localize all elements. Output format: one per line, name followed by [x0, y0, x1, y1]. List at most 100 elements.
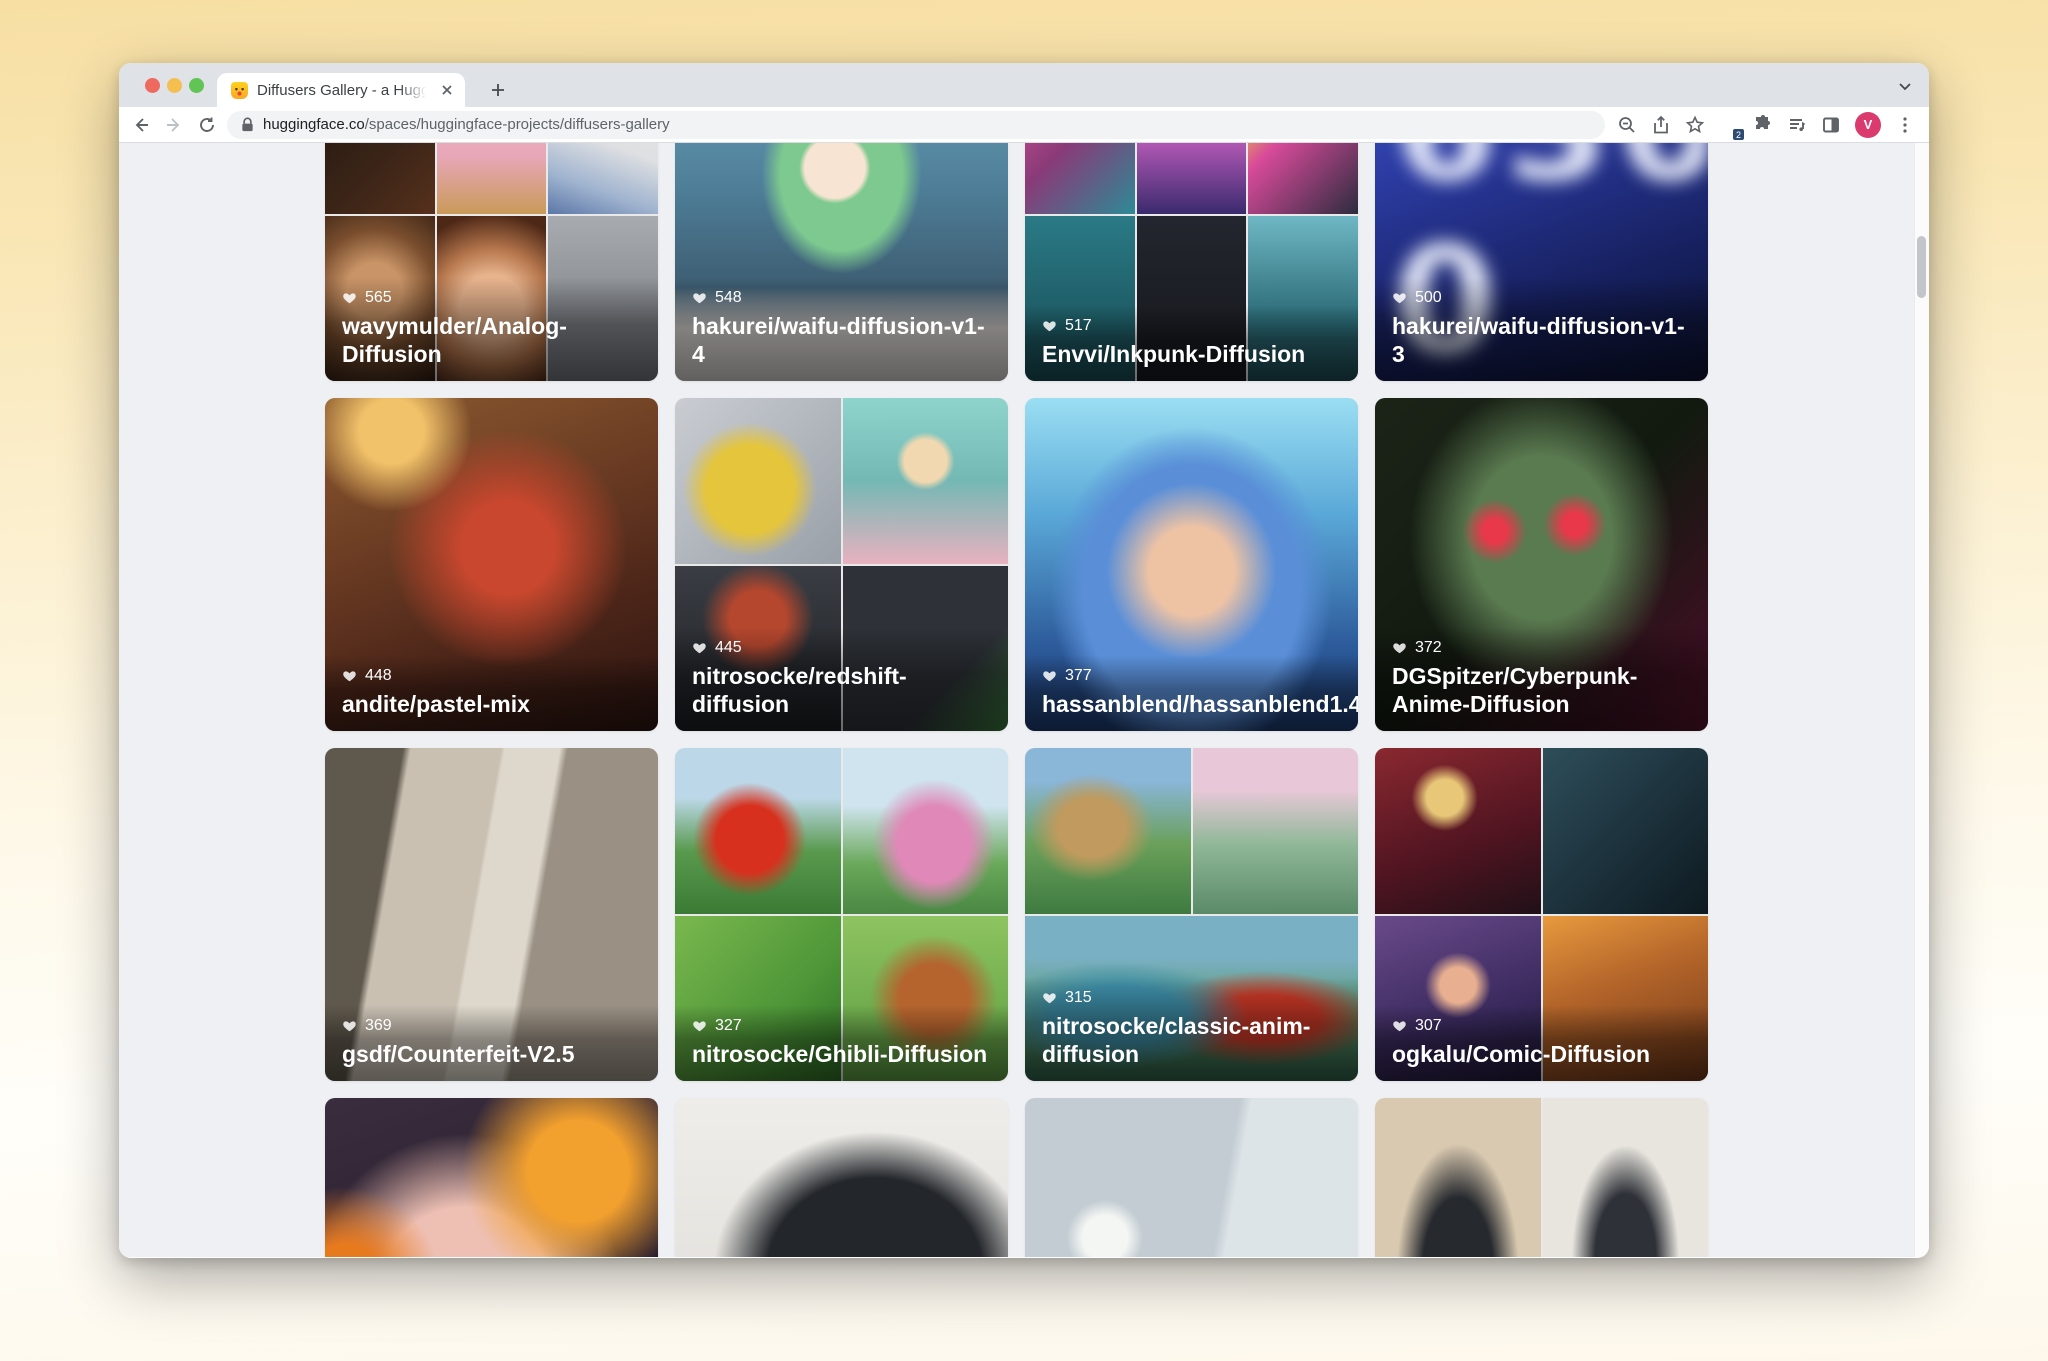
blurred-image-text: [675, 1098, 1008, 1257]
model-card[interactable]: 307 ogkalu/Comic-Diffusion: [1375, 748, 1708, 1081]
model-card[interactable]: [1025, 1098, 1358, 1257]
card-label: 327 nitrosocke/Ghibli-Diffusion: [675, 1005, 1008, 1081]
likes-count: 448: [365, 667, 392, 685]
model-card[interactable]: 630 0 500 hakurei/waifu-diffusion-v1-3: [1375, 143, 1708, 381]
tab-close-icon[interactable]: [439, 82, 455, 98]
media-controls-button[interactable]: [1787, 115, 1807, 135]
page-viewport: 565 wavymulder/Analog-Diffusion 548 haku…: [119, 143, 1929, 1257]
profile-avatar[interactable]: V: [1855, 112, 1881, 138]
model-name: andite/pastel-mix: [342, 690, 641, 718]
heart-icon: [692, 641, 707, 655]
share-icon: [1651, 115, 1671, 135]
lock-icon[interactable]: [241, 117, 254, 132]
password-manager-extension-button[interactable]: 2: [1719, 115, 1739, 135]
scrollbar-track[interactable]: [1914, 143, 1929, 1257]
heart-icon: [1392, 291, 1407, 305]
model-name: DGSpitzer/Cyberpunk-Anime-Diffusion: [1392, 662, 1691, 718]
new-tab-button[interactable]: [485, 77, 511, 103]
model-card[interactable]: 315 nitrosocke/classic-anim-diffusion: [1025, 748, 1358, 1081]
model-card[interactable]: [325, 1098, 658, 1257]
likes-row: 369: [342, 1017, 641, 1035]
reload-icon: [197, 115, 217, 135]
card-label: 517 Envvi/Inkpunk-Diffusion: [1025, 305, 1358, 381]
model-card[interactable]: [1375, 1098, 1708, 1257]
window-zoom-button[interactable]: [189, 78, 204, 93]
model-card[interactable]: 369 gsdf/Counterfeit-V2.5: [325, 748, 658, 1081]
model-card[interactable]: 377 hassanblend/hassanblend1.4: [1025, 398, 1358, 731]
forward-button[interactable]: [164, 115, 184, 135]
sidebar-icon: [1821, 115, 1841, 135]
likes-row: 315: [1042, 989, 1341, 1007]
zoom-page-button[interactable]: [1617, 115, 1637, 135]
plus-icon: [490, 82, 506, 98]
browser-toolbar: huggingface.co/spaces/huggingface-projec…: [119, 107, 1929, 143]
likes-count: 377: [1065, 667, 1092, 685]
model-card[interactable]: 327 nitrosocke/Ghibli-Diffusion: [675, 748, 1008, 1081]
likes-count: 369: [365, 1017, 392, 1035]
kebab-menu-icon: [1895, 115, 1915, 135]
extensions-button[interactable]: [1753, 115, 1773, 135]
forward-arrow-icon: [164, 115, 184, 135]
side-panel-button[interactable]: [1821, 115, 1841, 135]
address-bar[interactable]: huggingface.co/spaces/huggingface-projec…: [227, 111, 1605, 139]
model-card[interactable]: 445 nitrosocke/redshift-diffusion: [675, 398, 1008, 731]
tab-search-chevron-icon[interactable]: [1897, 78, 1913, 94]
magnifier-icon: [1617, 115, 1637, 135]
hugging-face-favicon: [231, 82, 248, 99]
heart-icon: [342, 669, 357, 683]
scrollbar-thumb[interactable]: [1917, 236, 1926, 298]
likes-row: 548: [692, 289, 991, 307]
model-name: hakurei/waifu-diffusion-v1-3: [1392, 312, 1691, 368]
window-close-button[interactable]: [145, 78, 160, 93]
model-card[interactable]: [675, 1098, 1008, 1257]
likes-count: 372: [1415, 639, 1442, 657]
star-icon: [1685, 115, 1705, 135]
url-text: huggingface.co/spaces/huggingface-projec…: [263, 116, 670, 133]
card-label: 548 hakurei/waifu-diffusion-v1-4: [675, 277, 1008, 381]
likes-row: 307: [1392, 1017, 1691, 1035]
card-label: 369 gsdf/Counterfeit-V2.5: [325, 1005, 658, 1081]
model-name: nitrosocke/Ghibli-Diffusion: [692, 1040, 991, 1068]
model-card[interactable]: 565 wavymulder/Analog-Diffusion: [325, 143, 658, 381]
window-minimize-button[interactable]: [167, 78, 182, 93]
card-label: 445 nitrosocke/redshift-diffusion: [675, 627, 1008, 731]
browser-window: Diffusers Gallery - a Hugging F: [119, 63, 1929, 1258]
heart-icon: [1042, 319, 1057, 333]
likes-count: 500: [1415, 289, 1442, 307]
likes-count: 445: [715, 639, 742, 657]
model-card[interactable]: 517 Envvi/Inkpunk-Diffusion: [1025, 143, 1358, 381]
likes-count: 517: [1065, 317, 1092, 335]
share-button[interactable]: [1651, 115, 1671, 135]
playlist-music-icon: [1787, 115, 1807, 135]
card-label: 307 ogkalu/Comic-Diffusion: [1375, 1005, 1708, 1081]
card-label: 315 nitrosocke/classic-anim-diffusion: [1025, 977, 1358, 1081]
likes-row: 517: [1042, 317, 1341, 335]
heart-icon: [1042, 669, 1057, 683]
likes-count: 315: [1065, 989, 1092, 1007]
likes-row: 445: [692, 639, 991, 657]
likes-row: 327: [692, 1017, 991, 1035]
blurred-image-text: [1375, 1098, 1708, 1257]
likes-count: 307: [1415, 1017, 1442, 1035]
model-card[interactable]: 448 andite/pastel-mix: [325, 398, 658, 731]
model-card[interactable]: 548 hakurei/waifu-diffusion-v1-4: [675, 143, 1008, 381]
blurred-image-text: [325, 1098, 658, 1257]
model-name: hassanblend/hassanblend1.4: [1042, 690, 1341, 718]
puzzle-icon: [1753, 115, 1773, 135]
reload-button[interactable]: [197, 115, 217, 135]
bookmark-button[interactable]: [1685, 115, 1705, 135]
tab-bar: Diffusers Gallery - a Hugging F: [119, 63, 1929, 107]
back-button[interactable]: [131, 115, 151, 135]
heart-icon: [1392, 1019, 1407, 1033]
model-name: nitrosocke/redshift-diffusion: [692, 662, 991, 718]
url-path: /spaces/huggingface-projects/diffusers-g…: [365, 116, 670, 133]
heart-icon: [1392, 641, 1407, 655]
model-card-grid: 565 wavymulder/Analog-Diffusion 548 haku…: [119, 143, 1929, 1257]
heart-icon: [1042, 991, 1057, 1005]
model-card[interactable]: 372 DGSpitzer/Cyberpunk-Anime-Diffusion: [1375, 398, 1708, 731]
browser-tab[interactable]: Diffusers Gallery - a Hugging F: [217, 73, 465, 107]
browser-menu-button[interactable]: [1895, 115, 1915, 135]
extension-badge: 2: [1732, 128, 1745, 141]
likes-row: 377: [1042, 667, 1341, 685]
blurred-image-text: [1025, 1098, 1358, 1257]
